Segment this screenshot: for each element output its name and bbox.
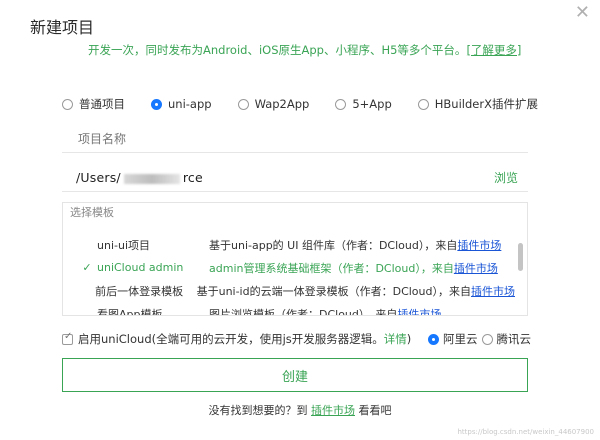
type-label: 5+App bbox=[352, 97, 392, 111]
project-name-field[interactable]: 项目名称 bbox=[62, 125, 528, 153]
template-desc: 基于uni-id的云端一体登录模板（作者：DCloud），来自 bbox=[196, 284, 471, 298]
type-label: 普通项目 bbox=[79, 97, 125, 111]
type-label: HBuilderX插件扩展 bbox=[434, 97, 538, 111]
radio-icon[interactable] bbox=[417, 98, 429, 110]
project-type-group: 普通项目 uni-app Wap2App 5+App HBuilderX插件扩展 bbox=[62, 96, 564, 112]
template-desc: 基于uni-app的 UI 组件库（作者：DCloud），来自 bbox=[209, 238, 458, 252]
footer-prefix: 没有找到想要的？到 bbox=[208, 404, 311, 417]
path-suffix: rce bbox=[182, 170, 203, 185]
unicloud-label-end: ) bbox=[406, 332, 412, 346]
provider-label: 腾讯云 bbox=[496, 332, 532, 346]
template-desc: admin管理系统基础框架（作者：DCloud），来自 bbox=[209, 261, 454, 275]
watermark: https://blog.csdn.net/weixin_44607900 bbox=[457, 428, 594, 436]
radio-icon[interactable] bbox=[62, 98, 73, 110]
project-name-placeholder[interactable]: 项目名称 bbox=[78, 130, 126, 147]
template-scrollbar[interactable] bbox=[518, 243, 523, 271]
project-path-value[interactable]: /Users/rce bbox=[76, 170, 203, 185]
type-label: uni-app bbox=[168, 97, 212, 111]
template-name: 前后一体登录模板 bbox=[95, 284, 184, 298]
provider-tencent[interactable]: 腾讯云 bbox=[481, 331, 532, 347]
radio-icon[interactable] bbox=[481, 333, 493, 345]
path-prefix: /Users/ bbox=[76, 170, 121, 185]
template-legend: 选择模板 bbox=[70, 206, 114, 219]
close-icon[interactable]: ✕ bbox=[575, 2, 590, 23]
browse-button[interactable]: 浏览 bbox=[494, 169, 518, 186]
template-name: uni-ui项目 bbox=[97, 238, 150, 252]
plugin-market-link[interactable]: 插件市场 bbox=[457, 237, 501, 253]
template-name: uniCloud admin bbox=[97, 261, 184, 274]
template-row-unicloud-admin[interactable]: ✓ uniCloud admin admin管理系统基础框架（作者：DCloud… bbox=[63, 256, 515, 279]
footer-suffix: 看看吧 bbox=[355, 404, 392, 417]
type-5plus-app[interactable]: 5+App bbox=[335, 96, 392, 112]
dialog-title: 新建项目 bbox=[30, 18, 95, 37]
footer-plugin-market-link[interactable]: 插件市场 bbox=[311, 404, 355, 417]
redacted-path-segment bbox=[123, 173, 180, 184]
check-icon: ✓ bbox=[82, 261, 92, 274]
provider-label: 阿里云 bbox=[443, 332, 478, 346]
plugin-market-link[interactable]: 插件市场 bbox=[397, 306, 441, 316]
type-label: Wap2App bbox=[254, 97, 310, 111]
radio-icon[interactable] bbox=[151, 98, 162, 110]
unicloud-detail-link[interactable]: 详情 bbox=[384, 331, 407, 347]
template-list: 选择模板 uni-ui项目 基于uni-app的 UI 组件库（作者：DClou… bbox=[62, 202, 528, 316]
template-row-login[interactable]: 前后一体登录模板 基于uni-id的云端一体登录模板（作者：DCloud），来自… bbox=[63, 279, 515, 302]
unicloud-checkbox[interactable] bbox=[62, 331, 73, 345]
type-normal[interactable]: 普通项目 bbox=[62, 96, 125, 112]
template-name: 看图App模板 bbox=[97, 307, 163, 316]
dialog-subtitle: 开发一次，同时发布为Android、iOS原生App、小程序、H5等多个平台。[… bbox=[88, 42, 521, 58]
radio-icon[interactable] bbox=[335, 98, 347, 110]
type-hbuilderx-plugin[interactable]: HBuilderX插件扩展 bbox=[417, 96, 538, 112]
template-rows: uni-ui项目 基于uni-app的 UI 组件库（作者：DCloud），来自… bbox=[63, 233, 515, 316]
type-uni-app[interactable]: uni-app bbox=[151, 96, 212, 112]
template-desc: 图片浏览模板（作者：DCloud），来自 bbox=[209, 307, 398, 316]
unicloud-label: 启用uniCloud(全端可用的云开发，使用js开发服务器逻辑。 bbox=[78, 332, 384, 346]
project-path-field[interactable]: /Users/rce 浏览 bbox=[62, 164, 528, 192]
template-row-image-viewer[interactable]: 看图App模板 图片浏览模板（作者：DCloud），来自 插件市场 bbox=[63, 302, 515, 316]
template-row-uni-ui[interactable]: uni-ui项目 基于uni-app的 UI 组件库（作者：DCloud），来自… bbox=[63, 233, 515, 256]
learn-more-link[interactable]: [了解更多] bbox=[466, 43, 521, 57]
plugin-market-link[interactable]: 插件市场 bbox=[471, 283, 515, 299]
footer-hint: 没有找到想要的？到 插件市场 看看吧 bbox=[0, 402, 600, 418]
provider-aliyun[interactable]: 阿里云 bbox=[428, 331, 478, 347]
radio-icon[interactable] bbox=[237, 98, 249, 110]
radio-icon[interactable] bbox=[428, 333, 439, 345]
unicloud-option[interactable]: 启用uniCloud(全端可用的云开发，使用js开发服务器逻辑。详情) bbox=[62, 331, 411, 347]
create-button[interactable]: 创建 bbox=[62, 358, 528, 392]
plugin-market-link[interactable]: 插件市场 bbox=[454, 260, 498, 276]
type-wap2app[interactable]: Wap2App bbox=[237, 96, 310, 112]
subtitle-text: 开发一次，同时发布为Android、iOS原生App、小程序、H5等多个平台。 bbox=[88, 43, 467, 57]
cloud-provider-group: 阿里云 腾讯云 bbox=[428, 331, 535, 347]
